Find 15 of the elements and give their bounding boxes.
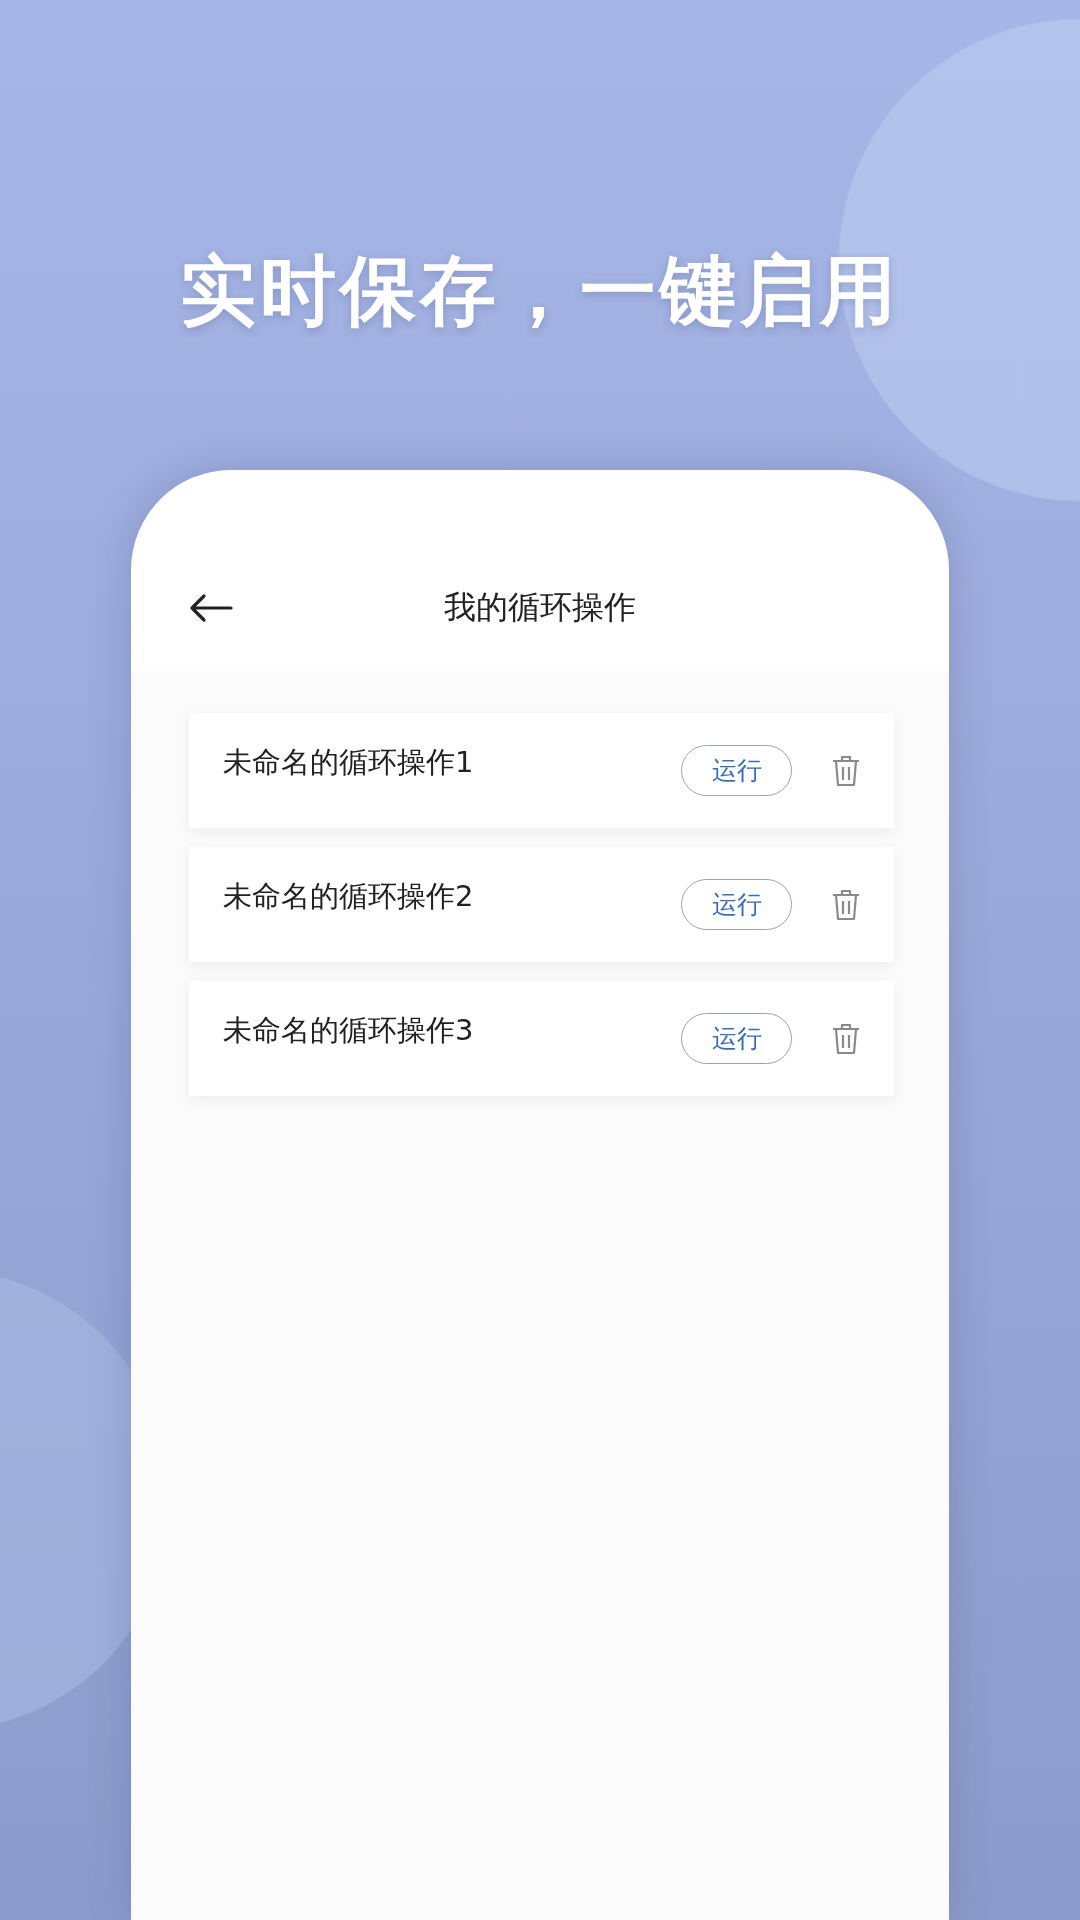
item-name: 未命名的循环操作3 bbox=[223, 1011, 475, 1049]
trash-icon[interactable] bbox=[832, 888, 860, 921]
trash-icon[interactable] bbox=[832, 754, 860, 787]
item-name: 未命名的循环操作1 bbox=[223, 743, 475, 781]
run-button[interactable]: 运行 bbox=[681, 879, 792, 931]
item-name: 未命名的循环操作2 bbox=[223, 877, 475, 915]
trash-icon[interactable] bbox=[832, 1022, 860, 1055]
screen-title: 我的循环操作 bbox=[444, 587, 636, 629]
run-button[interactable]: 运行 bbox=[681, 1013, 792, 1065]
list-card[interactable]: 未命名的循环操作3 运行 bbox=[189, 981, 894, 1097]
run-button[interactable]: 运行 bbox=[681, 745, 792, 797]
list-card[interactable]: 未命名的循环操作2 运行 bbox=[189, 847, 894, 963]
headline: 实时保存，一键启用 bbox=[180, 245, 900, 337]
back-icon[interactable] bbox=[189, 593, 233, 624]
list-card[interactable]: 未命名的循环操作1 运行 bbox=[189, 713, 894, 829]
